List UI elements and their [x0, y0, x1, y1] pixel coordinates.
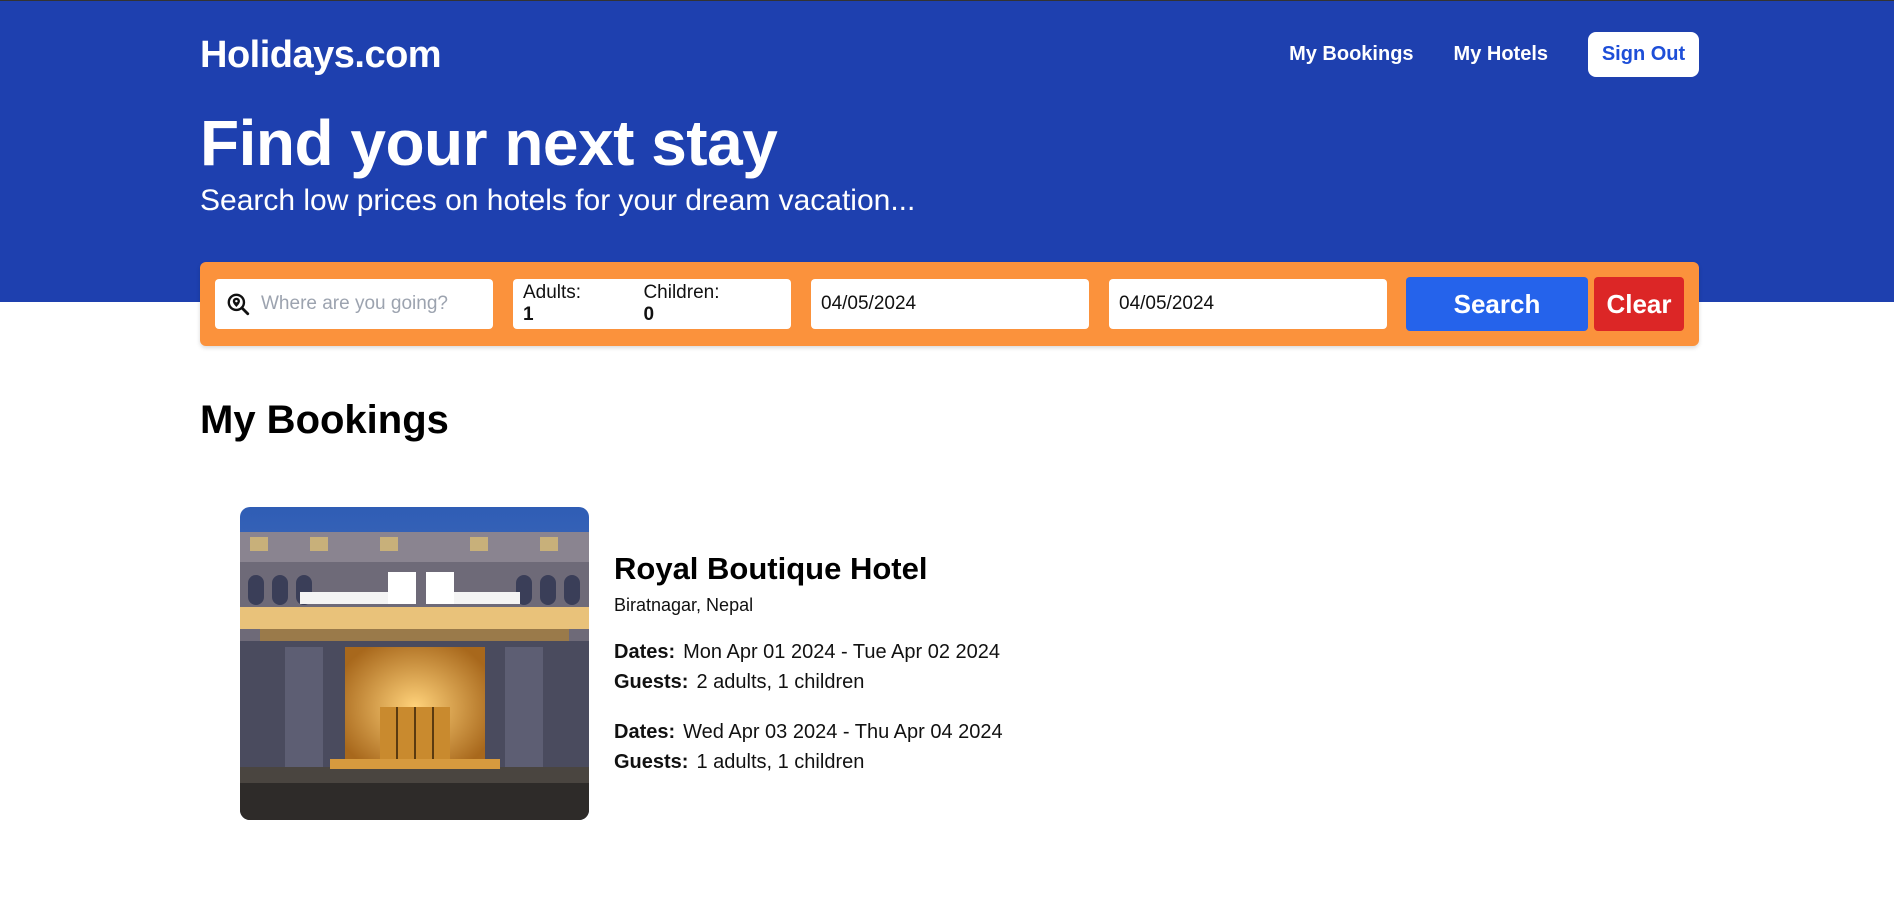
adults-counter[interactable]: Adults: 1: [523, 282, 593, 326]
dates-label: Dates:: [614, 721, 676, 743]
page-subheadline: Search low prices on hotels for your dre…: [200, 184, 916, 217]
stay-dates-row: Dates: Wed Apr 03 2024 - Thu Apr 04 2024: [614, 717, 1003, 747]
brand-logo[interactable]: Holidays.com: [200, 34, 442, 77]
check-in-input[interactable]: [821, 293, 1079, 315]
stay-dates: Wed Apr 03 2024 - Thu Apr 04 2024: [683, 721, 1003, 743]
hotel-name: Royal Boutique Hotel: [614, 551, 928, 586]
clear-button[interactable]: Clear: [1594, 277, 1684, 331]
hotel-image: [240, 507, 589, 820]
check-in-field[interactable]: [811, 279, 1089, 329]
hotel-location: Biratnagar, Nepal: [614, 595, 754, 615]
stay-guests-row: Guests: 2 adults, 1 children: [614, 667, 1000, 697]
sign-out-button[interactable]: Sign Out: [1588, 32, 1699, 77]
destination-input[interactable]: [261, 293, 483, 315]
adults-value: 1: [523, 304, 534, 325]
destination-field[interactable]: [215, 279, 493, 329]
top-nav: My Bookings My Hotels Sign Out: [1289, 32, 1699, 77]
guests-label: Guests:: [614, 671, 689, 693]
booking-stay: Dates: Wed Apr 03 2024 - Thu Apr 04 2024 …: [614, 717, 1003, 777]
booking-card: Royal Boutique Hotel Biratnagar, Nepal D…: [240, 507, 1240, 820]
stay-dates: Mon Apr 01 2024 - Tue Apr 02 2024: [683, 641, 1001, 663]
check-out-field[interactable]: [1109, 279, 1387, 329]
hotel-photo: [240, 507, 589, 820]
stay-dates-row: Dates: Mon Apr 01 2024 - Tue Apr 02 2024: [614, 637, 1000, 667]
stay-guests: 1 adults, 1 children: [696, 751, 865, 773]
stay-guests-row: Guests: 1 adults, 1 children: [614, 747, 1003, 777]
nav-my-bookings[interactable]: My Bookings: [1289, 43, 1413, 66]
my-bookings-title: My Bookings: [200, 398, 449, 442]
check-out-input[interactable]: [1119, 293, 1377, 315]
adults-label: Adults:: [523, 282, 582, 303]
search-button[interactable]: Search: [1406, 277, 1588, 331]
guests-field[interactable]: Adults: 1 Children: 0: [513, 279, 791, 329]
dates-label: Dates:: [614, 641, 676, 663]
children-counter[interactable]: Children: 0: [643, 282, 731, 326]
search-bar: Adults: 1 Children: 0 Search Clear: [200, 262, 1699, 346]
page-headline: Find your next stay: [200, 107, 778, 179]
map-search-icon: [227, 293, 250, 316]
children-value: 0: [643, 304, 655, 325]
nav-my-hotels[interactable]: My Hotels: [1454, 43, 1548, 66]
stay-guests: 2 adults, 1 children: [696, 671, 865, 693]
booking-stay: Dates: Mon Apr 01 2024 - Tue Apr 02 2024 …: [614, 637, 1000, 697]
children-label: Children:: [643, 282, 720, 303]
guests-label: Guests:: [614, 751, 689, 773]
